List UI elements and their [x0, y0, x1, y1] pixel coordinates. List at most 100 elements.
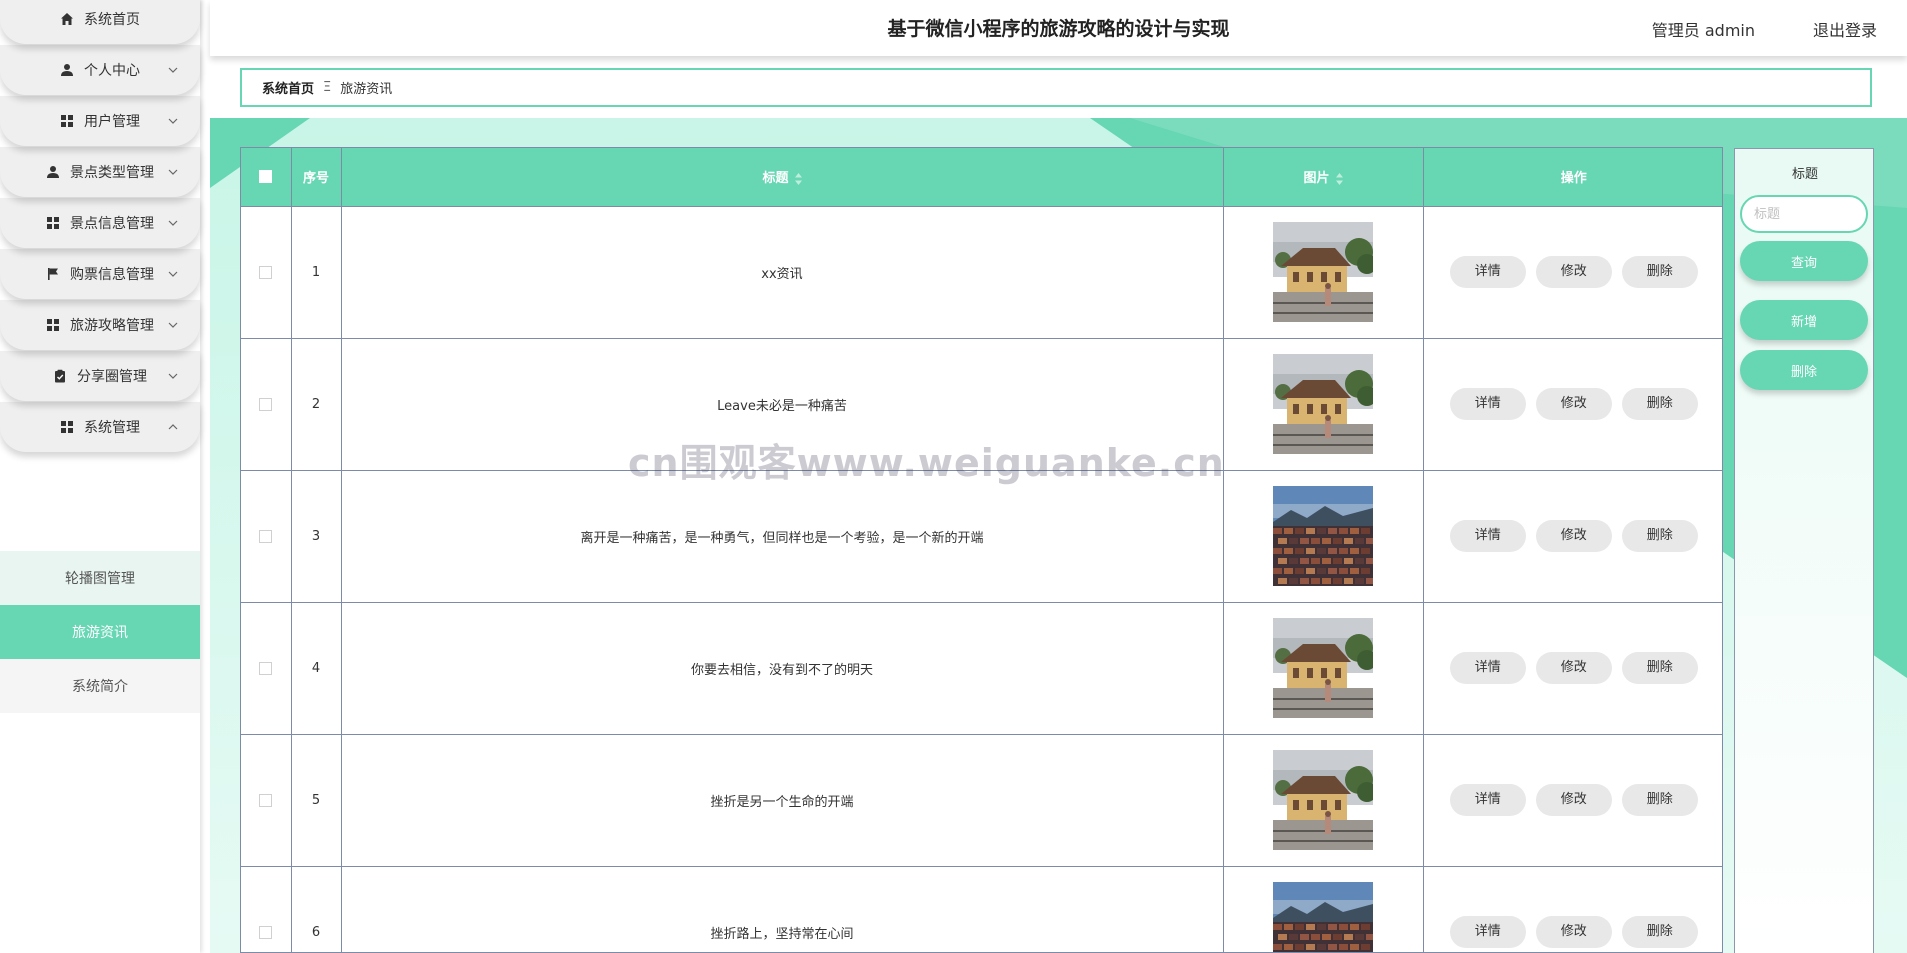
row-title: 挫折是另一个生命的开端	[341, 733, 1224, 866]
sidebar-item-8[interactable]: 系统管理	[0, 402, 200, 452]
sidebar-item-0[interactable]: 系统首页	[0, 0, 200, 44]
user-icon	[46, 165, 60, 179]
row-checkbox[interactable]	[259, 397, 273, 411]
sidebar: 系统首页 个人中心 用户管理景点类型管理景点信息管理购票信息管理 旅游攻略管理 分享圈管…	[0, 0, 200, 953]
delete-button[interactable]: 删除	[1621, 916, 1698, 949]
row-actions: 详情 修改 删除	[1423, 865, 1722, 952]
row-select-cell[interactable]	[241, 733, 292, 866]
edit-button[interactable]: 修改	[1535, 256, 1612, 288]
row-title: 离开是一种痛苦，是一种勇气，但同样也是一个考验，是一个新的开端	[341, 469, 1224, 602]
grid-icon	[46, 318, 60, 332]
row-actions: 详情 修改 删除	[1423, 469, 1722, 602]
row-select-cell[interactable]	[241, 601, 292, 734]
sidebar-item-6[interactable]: 旅游攻略管理	[0, 300, 200, 350]
row-image-cell	[1223, 469, 1424, 602]
column-header-title[interactable]: 标题	[341, 148, 1224, 206]
breadcrumb: 系统首页 Ξ 旅游资讯	[240, 68, 1872, 107]
sidebar-item-label: 景点类型管理	[70, 165, 154, 181]
sidebar-item-3[interactable]: 景点类型管理	[0, 147, 200, 197]
edit-button[interactable]: 修改	[1535, 652, 1612, 684]
row-checkbox[interactable]	[259, 265, 273, 279]
row-select-cell[interactable]	[241, 205, 292, 338]
detail-button[interactable]: 详情	[1449, 784, 1526, 816]
row-checkbox[interactable]	[259, 661, 273, 675]
news-table: 序号 标题 图片 操作 1 xx资讯 详情 修改 删除 2 Leave未必是一种痛苦 详情 修改…	[240, 147, 1723, 953]
row-checkbox[interactable]	[259, 793, 273, 807]
flag-icon	[46, 267, 60, 281]
delete-button[interactable]: 删除	[1621, 256, 1698, 288]
station-photo	[1273, 750, 1373, 850]
chevron-down-icon	[168, 373, 178, 379]
detail-button[interactable]: 详情	[1449, 256, 1526, 288]
detail-button[interactable]: 详情	[1449, 388, 1526, 420]
top-header: 基于微信小程序的旅游攻略的设计与实现 管理员 admin 退出登录	[210, 0, 1907, 56]
row-checkbox[interactable]	[259, 925, 273, 939]
sidebar-item-2[interactable]: 用户管理	[0, 96, 200, 146]
edit-button[interactable]: 修改	[1535, 784, 1612, 816]
logout-button[interactable]: 退出登录	[1813, 17, 1877, 41]
column-header-title-label: 标题	[762, 171, 789, 187]
sidebar-item-label: 购票信息管理	[70, 267, 154, 283]
delete-button[interactable]: 删除	[1621, 784, 1698, 816]
sort-icon[interactable]	[794, 172, 802, 185]
select-all-checkbox[interactable]	[259, 170, 273, 184]
table-row: 3 离开是一种痛苦，是一种勇气，但同样也是一个考验，是一个新的开端 详情 修改 删除	[241, 469, 1722, 602]
table-row: 6 挫折路上，坚持常在心间 详情 修改 删除	[241, 865, 1722, 952]
row-actions: 详情 修改 删除	[1423, 733, 1722, 866]
title-search-input[interactable]	[1740, 195, 1868, 233]
detail-button[interactable]: 详情	[1449, 520, 1526, 552]
delete-button[interactable]: 删除	[1621, 652, 1698, 684]
column-header-image-label: 图片	[1303, 171, 1330, 187]
town-photo	[1273, 882, 1373, 952]
sidebar-item-7[interactable]: 分享圈管理	[0, 351, 200, 401]
detail-button[interactable]: 详情	[1449, 652, 1526, 684]
sidebar-item-label: 分享圈管理	[77, 369, 147, 385]
select-all-cell[interactable]	[241, 148, 292, 206]
sidebar-item-5[interactable]: 购票信息管理	[0, 249, 200, 299]
chevron-down-icon	[168, 118, 178, 124]
chevron-down-icon	[168, 67, 178, 73]
sidebar-item-label: 旅游攻略管理	[70, 318, 154, 334]
row-index: 3	[291, 469, 342, 602]
add-button[interactable]: 新增	[1740, 300, 1868, 340]
delete-button[interactable]: 删除	[1621, 520, 1698, 552]
row-index: 1	[291, 205, 342, 338]
station-photo	[1273, 222, 1373, 322]
row-index: 5	[291, 733, 342, 866]
query-button[interactable]: 查询	[1740, 241, 1868, 281]
row-select-cell[interactable]	[241, 865, 292, 952]
row-title: 挫折路上，坚持常在心间	[341, 865, 1224, 952]
breadcrumb-home[interactable]: 系统首页	[262, 78, 314, 97]
detail-button[interactable]: 详情	[1449, 916, 1526, 949]
edit-button[interactable]: 修改	[1535, 520, 1612, 552]
sidebar-subitem-2[interactable]: 系统简介	[0, 659, 200, 713]
breadcrumb-current: 旅游资讯	[340, 82, 393, 97]
row-image-cell	[1223, 865, 1424, 952]
clipboard-icon	[53, 369, 67, 383]
grid-icon	[60, 420, 74, 434]
search-title-label: 标题	[1791, 167, 1818, 182]
table-row: 1 xx资讯 详情 修改 删除	[241, 205, 1722, 338]
chevron-down-icon	[168, 271, 178, 277]
station-photo	[1273, 354, 1373, 454]
batch-delete-button[interactable]: 删除	[1740, 350, 1868, 390]
row-checkbox[interactable]	[259, 529, 273, 543]
delete-button[interactable]: 删除	[1621, 388, 1698, 420]
sidebar-item-4[interactable]: 景点信息管理	[0, 198, 200, 248]
chevron-up-icon	[168, 424, 178, 430]
row-select-cell[interactable]	[241, 469, 292, 602]
sort-icon[interactable]	[1335, 172, 1343, 185]
sidebar-subitem-0[interactable]: 轮播图管理	[0, 551, 200, 605]
breadcrumb-separator: Ξ	[323, 80, 332, 95]
sidebar-item-1[interactable]: 个人中心	[0, 45, 200, 95]
row-image-cell	[1223, 733, 1424, 866]
sidebar-subitem-1[interactable]: 旅游资讯	[0, 605, 200, 659]
edit-button[interactable]: 修改	[1535, 916, 1612, 949]
row-select-cell[interactable]	[241, 337, 292, 470]
town-photo	[1273, 486, 1373, 586]
edit-button[interactable]: 修改	[1535, 388, 1612, 420]
column-header-image[interactable]: 图片	[1223, 148, 1424, 206]
grid-icon	[60, 114, 74, 128]
admin-username: 管理员 admin	[1651, 21, 1755, 40]
column-header-index: 序号	[291, 148, 342, 206]
